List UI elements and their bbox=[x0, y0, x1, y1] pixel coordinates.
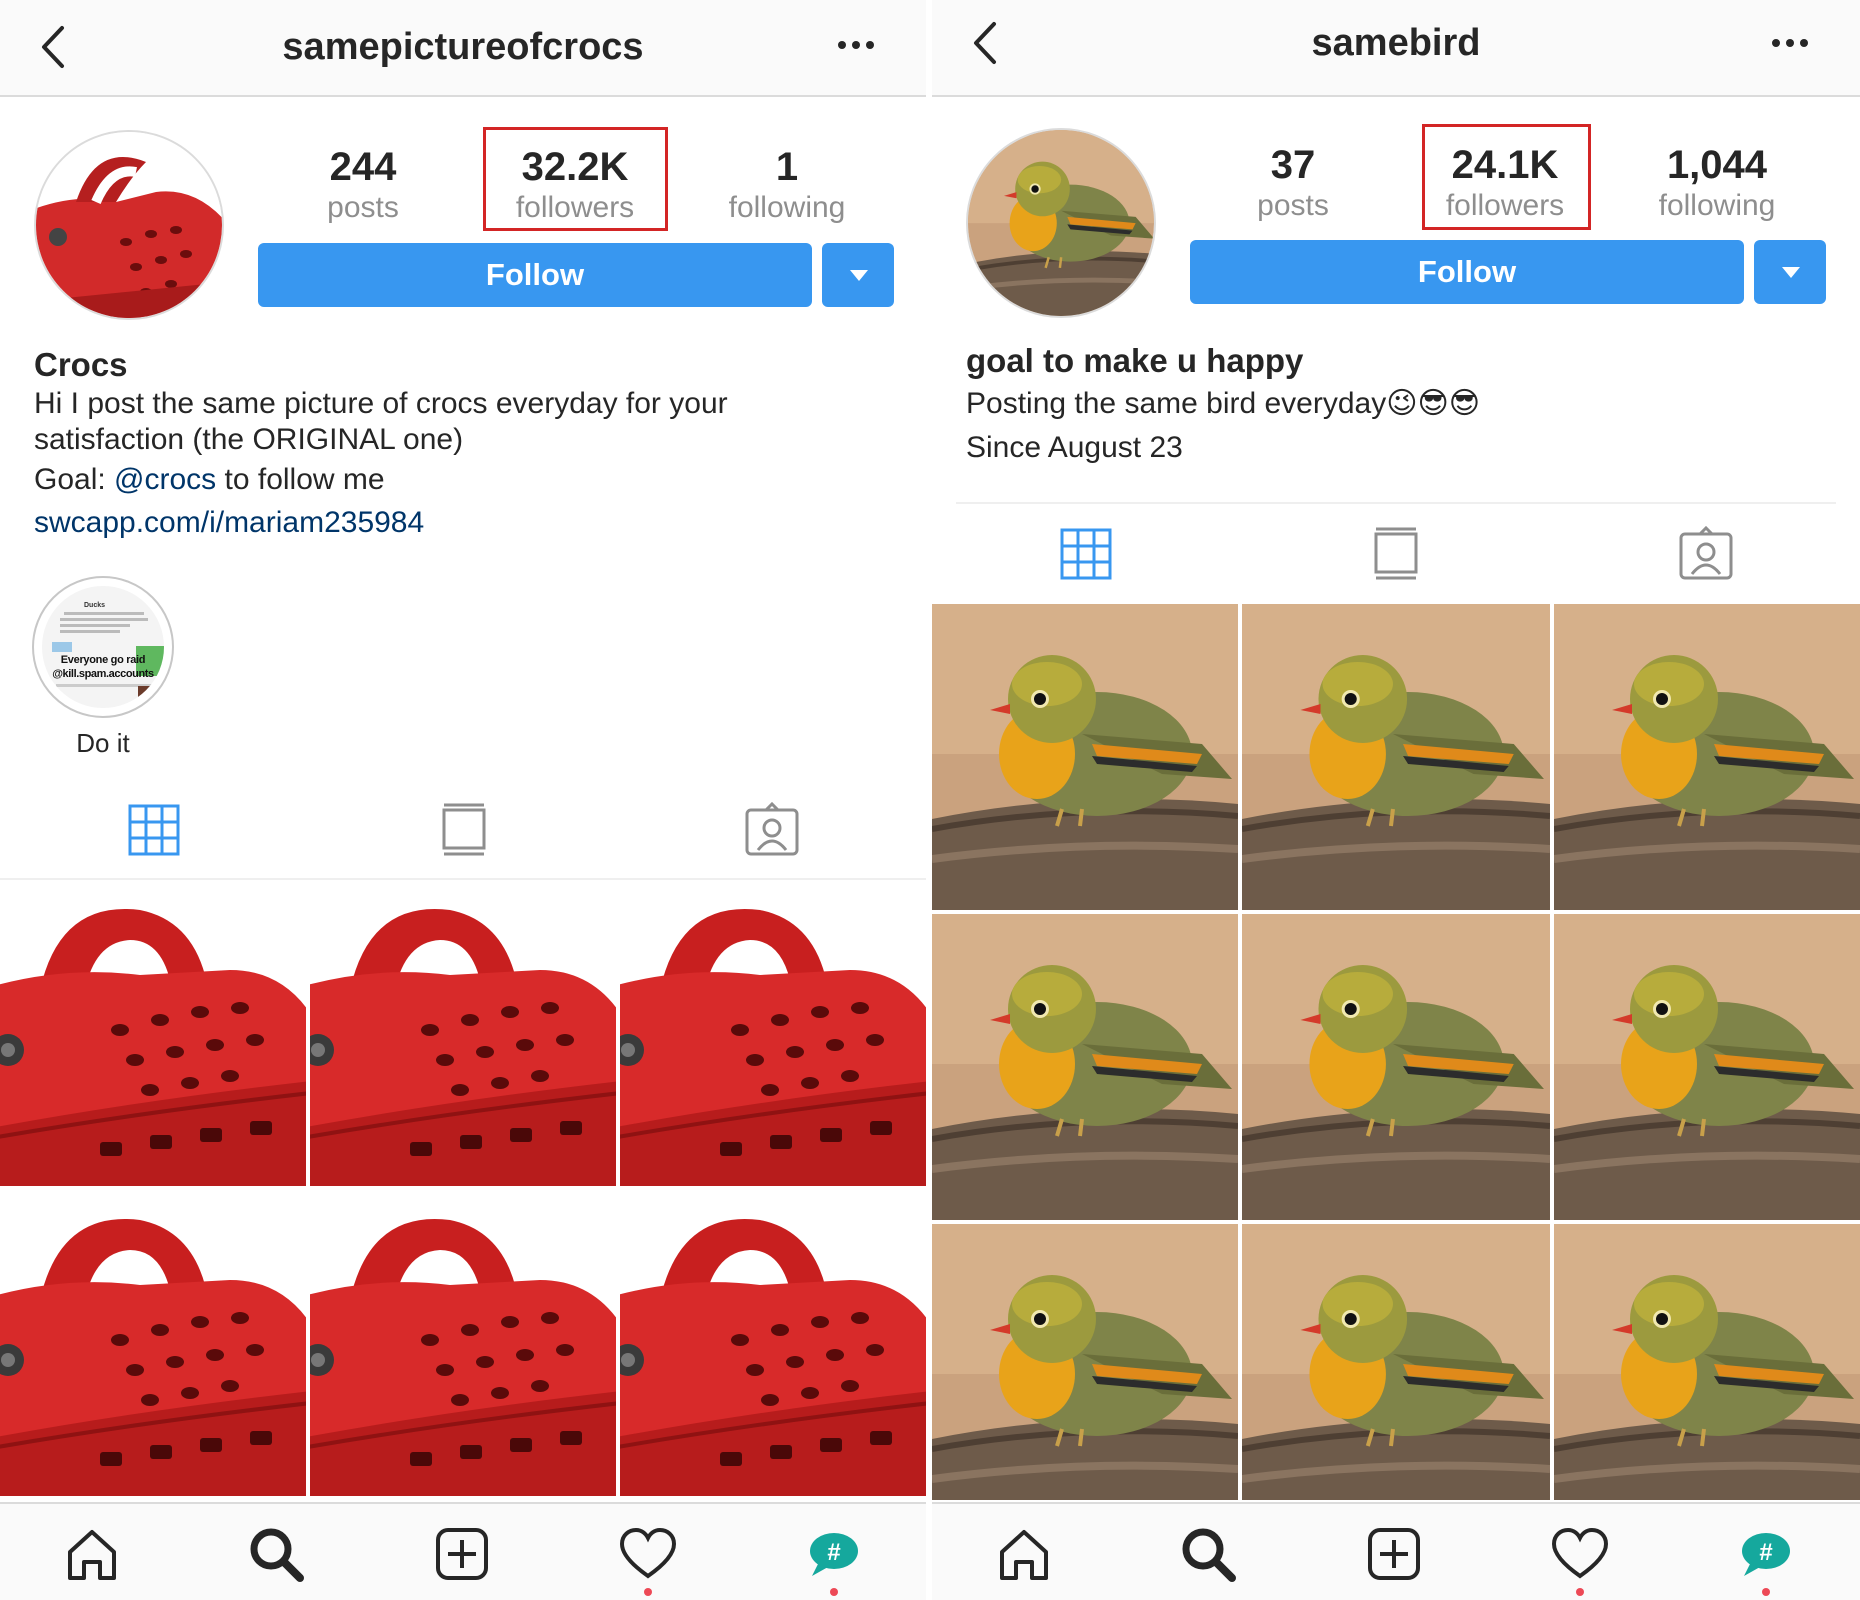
hashtag-bubble-icon[interactable]: # bbox=[1736, 1524, 1796, 1584]
bird-profile-screen: samebird 37 posts 24.1K followers 1,044 … bbox=[932, 0, 1860, 1600]
tagged-icon[interactable] bbox=[1678, 526, 1734, 582]
highlight-thumbnail: Ducks Everyone go raid @kill.spam.accoun… bbox=[42, 586, 164, 708]
heart-icon[interactable] bbox=[618, 1524, 678, 1584]
following-count: 1 bbox=[775, 145, 799, 189]
post-thumbnail[interactable] bbox=[1242, 604, 1550, 910]
bottom-nav-bar: # bbox=[932, 1502, 1860, 1600]
post-thumbnail[interactable] bbox=[1242, 1224, 1550, 1500]
post-thumbnail[interactable] bbox=[1554, 604, 1860, 910]
bio-goal-line: Goal: @crocs to follow me bbox=[34, 462, 385, 498]
activity-notification-dot bbox=[644, 1588, 652, 1596]
highlight-inner-line-1: Everyone go raid bbox=[60, 654, 146, 666]
bio-website-link[interactable]: swcapp.com/i/mariam235984 bbox=[34, 506, 424, 540]
profile-header: samepictureofcrocs bbox=[0, 0, 926, 97]
goal-suffix: to follow me bbox=[216, 463, 385, 496]
following-label: following bbox=[728, 191, 846, 224]
posts-count: 244 bbox=[329, 145, 397, 189]
highlight-label: Do it bbox=[76, 728, 130, 758]
profile-username: samebird bbox=[1311, 22, 1481, 64]
goal-prefix: Goal: bbox=[34, 463, 115, 496]
suggested-dropdown-button[interactable] bbox=[1754, 240, 1826, 304]
avatar[interactable] bbox=[966, 128, 1156, 318]
add-post-icon[interactable] bbox=[1364, 1524, 1424, 1584]
stat-posts: 37 posts bbox=[1208, 142, 1378, 224]
avatar[interactable] bbox=[34, 130, 224, 320]
post-thumbnail[interactable] bbox=[620, 880, 926, 1186]
followers-highlight-box bbox=[483, 127, 668, 231]
post-thumbnail[interactable] bbox=[0, 880, 306, 1186]
post-thumbnail[interactable] bbox=[932, 1224, 1238, 1500]
feed-icon[interactable] bbox=[1368, 526, 1424, 582]
stat-posts: 244 posts bbox=[278, 144, 448, 226]
bio-line-1: Posting the same bird everyday😉😎😎 bbox=[966, 386, 1480, 422]
bio-text: Posting the same bird everyday bbox=[966, 387, 1387, 420]
posts-label: posts bbox=[1257, 189, 1329, 222]
following-label: following bbox=[1658, 189, 1776, 222]
bio-emojis: 😉😎😎 bbox=[1386, 386, 1481, 421]
more-options-icon[interactable] bbox=[1770, 36, 1810, 50]
search-icon[interactable] bbox=[1178, 1524, 1238, 1584]
post-thumbnail[interactable] bbox=[310, 880, 616, 1186]
post-thumbnail[interactable] bbox=[0, 1190, 306, 1496]
stat-following[interactable]: 1,044 following bbox=[1632, 142, 1802, 224]
crocs-profile-screen: samepictureofcrocs 244 posts 32.2K follo… bbox=[0, 0, 926, 1600]
post-thumbnail[interactable] bbox=[1242, 914, 1550, 1220]
svg-text:#: # bbox=[827, 1539, 840, 1566]
profile-tabs-bar bbox=[0, 780, 926, 880]
grid-icon[interactable] bbox=[126, 802, 182, 858]
search-icon[interactable] bbox=[246, 1524, 306, 1584]
bio-line-2: satisfaction (the ORIGINAL one) bbox=[34, 423, 464, 456]
post-thumbnail[interactable] bbox=[932, 914, 1238, 1220]
post-thumbnail[interactable] bbox=[1554, 1224, 1860, 1500]
profile-display-name: Crocs bbox=[34, 346, 128, 383]
bio-line-2: Since August 23 bbox=[966, 431, 1183, 464]
profile-display-name: goal to make u happy bbox=[966, 342, 1304, 379]
mention-link[interactable]: @crocs bbox=[114, 463, 216, 496]
home-icon[interactable] bbox=[994, 1524, 1054, 1584]
suggested-dropdown-button[interactable] bbox=[822, 243, 894, 307]
followers-highlight-box bbox=[1422, 124, 1591, 230]
svg-text:#: # bbox=[1759, 1539, 1772, 1566]
bottom-nav-bar: # bbox=[0, 1502, 926, 1600]
add-post-icon[interactable] bbox=[432, 1524, 492, 1584]
posts-grid bbox=[0, 880, 926, 1498]
follow-button[interactable]: Follow bbox=[258, 243, 812, 307]
profile-tabs-bar bbox=[956, 502, 1836, 602]
profile-notification-dot bbox=[830, 1588, 838, 1596]
more-options-icon[interactable] bbox=[836, 38, 876, 52]
post-thumbnail[interactable] bbox=[620, 1190, 926, 1496]
post-thumbnail[interactable] bbox=[1554, 914, 1860, 1220]
activity-notification-dot bbox=[1576, 1588, 1584, 1596]
story-highlight[interactable]: Ducks Everyone go raid @kill.spam.accoun… bbox=[32, 576, 174, 718]
profile-username: samepictureofcrocs bbox=[282, 26, 644, 68]
tagged-icon[interactable] bbox=[744, 802, 800, 858]
heart-icon[interactable] bbox=[1550, 1524, 1610, 1584]
hashtag-bubble-icon[interactable]: # bbox=[804, 1524, 864, 1584]
posts-count: 37 bbox=[1270, 143, 1316, 187]
follow-button[interactable]: Follow bbox=[1190, 240, 1744, 304]
highlight-inner-line-2: @kill.spam.accounts bbox=[52, 668, 154, 680]
highlight-inner-title: Ducks bbox=[84, 602, 106, 609]
grid-icon[interactable] bbox=[1058, 526, 1114, 582]
post-thumbnail[interactable] bbox=[932, 604, 1238, 910]
following-count: 1,044 bbox=[1666, 143, 1768, 187]
profile-notification-dot bbox=[1762, 1588, 1770, 1596]
post-thumbnail[interactable] bbox=[310, 1190, 616, 1496]
profile-header: samebird bbox=[932, 0, 1860, 97]
posts-grid bbox=[932, 604, 1860, 1500]
stat-following[interactable]: 1 following bbox=[702, 144, 872, 226]
feed-icon[interactable] bbox=[436, 802, 492, 858]
bio-line-1: Hi I post the same picture of crocs ever… bbox=[34, 387, 728, 420]
home-icon[interactable] bbox=[62, 1524, 122, 1584]
posts-label: posts bbox=[327, 191, 399, 224]
